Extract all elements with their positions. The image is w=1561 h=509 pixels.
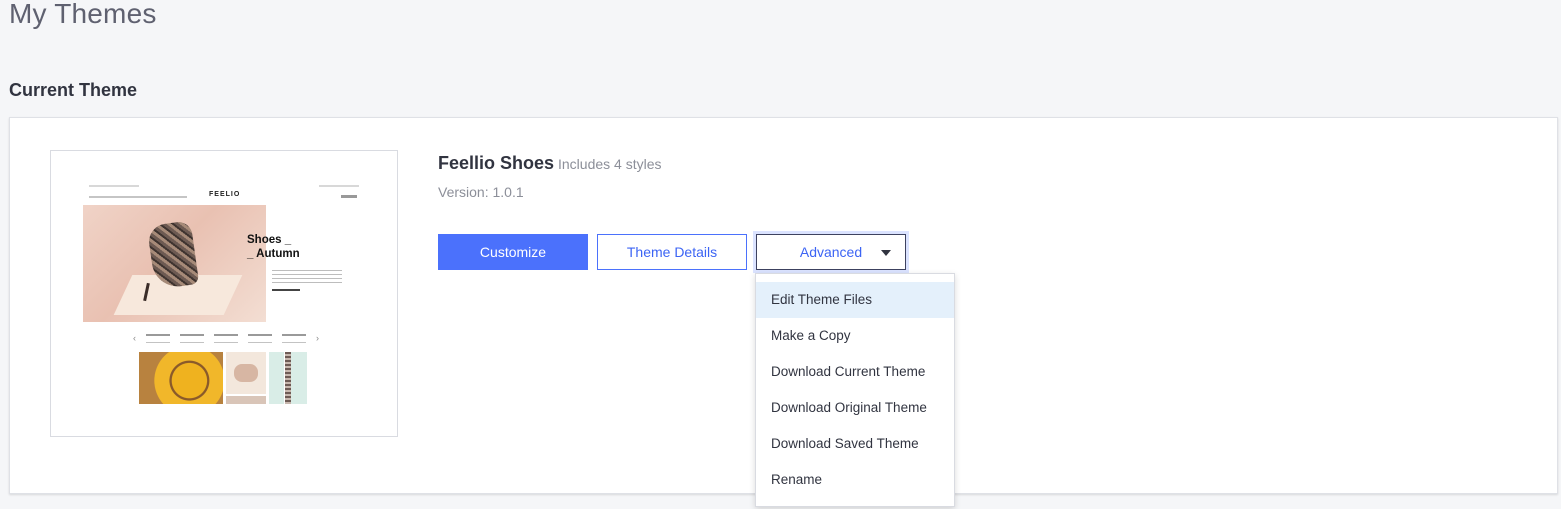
- preview-nav: [89, 196, 187, 198]
- menu-item-download-original-theme[interactable]: Download Original Theme: [756, 390, 954, 426]
- preview-hero-title: Shoes _ _ Autumn: [247, 233, 300, 261]
- theme-name: Feellio Shoes: [438, 153, 555, 173]
- theme-details-button-label: Theme Details: [626, 244, 718, 260]
- preview-logo: FEELIO: [209, 191, 241, 198]
- advanced-button-label: Advanced: [799, 244, 863, 260]
- customize-button[interactable]: Customize: [438, 234, 588, 270]
- preview-product-tile: [226, 396, 266, 404]
- preview-hero-copy: [272, 270, 342, 284]
- theme-version: Version: 1.0.1: [438, 184, 524, 200]
- theme-preview-thumbnail: FEELIO Shoes _ _ Autumn ‹ ›: [50, 150, 398, 437]
- preview-product-tile: [226, 352, 266, 394]
- section-title: Current Theme: [9, 80, 138, 100]
- preview-header-icons: [341, 195, 357, 198]
- preview-brand-strip: ‹ ›: [133, 331, 319, 345]
- preview-brand-logo: [282, 333, 306, 343]
- theme-details-button[interactable]: Theme Details: [597, 234, 747, 270]
- menu-item-download-current-theme[interactable]: Download Current Theme: [756, 354, 954, 390]
- customize-button-label: Customize: [479, 244, 547, 260]
- preview-hero-line2: _ Autumn: [247, 248, 300, 260]
- preview-topbar-right: [319, 185, 359, 187]
- preview-product-tile: [269, 352, 307, 404]
- preview-hero-line1: Shoes _: [247, 234, 292, 246]
- menu-item-download-saved-theme[interactable]: Download Saved Theme: [756, 426, 954, 462]
- advanced-dropdown-button[interactable]: Advanced: [756, 234, 906, 270]
- menu-item-make-a-copy[interactable]: Make a Copy: [756, 318, 954, 354]
- preview-brand-logo: [180, 333, 204, 343]
- preview-topbar-left: [89, 185, 139, 187]
- preview-brand-logo: [146, 333, 170, 343]
- preview-product-tile: [139, 352, 223, 404]
- menu-item-rename[interactable]: Rename: [756, 462, 954, 498]
- page-title: My Themes: [9, 0, 157, 29]
- caret-down-icon: [881, 250, 891, 256]
- preview-brand-logo: [248, 333, 272, 343]
- chevron-left-icon: ‹: [133, 333, 136, 343]
- menu-item-edit-theme-files[interactable]: Edit Theme Files: [756, 282, 954, 318]
- theme-styles-note: Includes 4 styles: [558, 156, 662, 172]
- preview-hero-link: [272, 289, 300, 291]
- advanced-dropdown-menu: Edit Theme Files Make a Copy Download Cu…: [755, 273, 955, 507]
- preview-brand-logo: [214, 333, 238, 343]
- chevron-right-icon: ›: [316, 333, 319, 343]
- preview-hero-image: [83, 205, 266, 322]
